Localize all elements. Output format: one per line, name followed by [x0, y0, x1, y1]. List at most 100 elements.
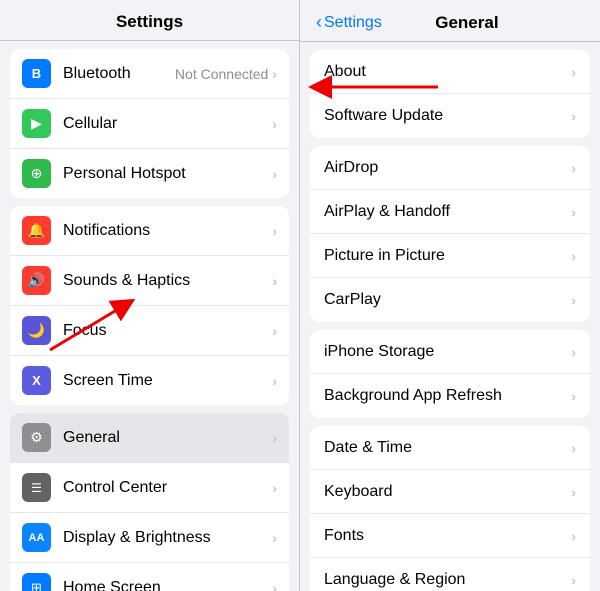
settings-list[interactable]: B Bluetooth Not Connected › ▶ Cellular ›… [0, 41, 299, 591]
bluetooth-value: Not Connected [175, 66, 268, 82]
chevron-icon: › [272, 223, 277, 239]
sidebar-item-cellular[interactable]: ▶ Cellular › [10, 99, 289, 149]
homescreen-label: Home Screen [63, 579, 272, 591]
keyboard-label: Keyboard [324, 483, 571, 501]
picture-label: Picture in Picture [324, 247, 571, 265]
chevron-icon: › [272, 373, 277, 389]
right-panel-title: General [390, 13, 544, 33]
chevron-icon: › [571, 292, 576, 308]
chevron-icon: › [272, 530, 277, 546]
right-item-date-time[interactable]: Date & Time › [310, 426, 590, 470]
date-time-label: Date & Time [324, 439, 571, 457]
back-label: Settings [324, 14, 382, 32]
right-settings-list[interactable]: About › Software Update › AirDrop › AirP… [300, 42, 600, 591]
chevron-icon: › [571, 108, 576, 124]
right-group-2: AirDrop › AirPlay & Handoff › Picture in… [310, 146, 590, 322]
sidebar-item-focus[interactable]: 🌙 Focus › [10, 306, 289, 356]
chevron-icon: › [571, 344, 576, 360]
sidebar-item-screen-time[interactable]: X Screen Time › [10, 356, 289, 405]
right-item-keyboard[interactable]: Keyboard › [310, 470, 590, 514]
notifications-icon: 🔔 [22, 216, 51, 245]
main-screen: Settings B Bluetooth Not Connected › ▶ C… [0, 0, 600, 591]
general-label: General [63, 429, 272, 447]
sounds-label: Sounds & Haptics [63, 272, 272, 290]
right-panel: ‹ Settings General About › Software Upda… [300, 0, 600, 591]
chevron-icon: › [272, 116, 277, 132]
airdrop-label: AirDrop [324, 159, 571, 177]
general-icon: ⚙ [22, 423, 51, 452]
right-panel-header: ‹ Settings General [300, 0, 600, 42]
background-refresh-label: Background App Refresh [324, 387, 571, 405]
chevron-icon: › [571, 248, 576, 264]
chevron-icon: › [272, 323, 277, 339]
right-item-airplay[interactable]: AirPlay & Handoff › [310, 190, 590, 234]
settings-group-3: ⚙ General › ☰ Control Center › AA Displa… [10, 413, 289, 591]
hotspot-icon: ⊕ [22, 159, 51, 188]
fonts-label: Fonts [324, 527, 571, 545]
sidebar-item-general[interactable]: ⚙ General › [10, 413, 289, 463]
right-item-language[interactable]: Language & Region › [310, 558, 590, 591]
chevron-icon: › [571, 204, 576, 220]
right-item-fonts[interactable]: Fonts › [310, 514, 590, 558]
chevron-icon: › [272, 273, 277, 289]
right-item-carplay[interactable]: CarPlay › [310, 278, 590, 322]
right-item-iphone-storage[interactable]: iPhone Storage › [310, 330, 590, 374]
sidebar-item-sounds[interactable]: 🔊 Sounds & Haptics › [10, 256, 289, 306]
chevron-icon: › [571, 484, 576, 500]
cellular-label: Cellular [63, 115, 272, 133]
airplay-label: AirPlay & Handoff [324, 203, 571, 221]
bluetooth-icon: B [22, 59, 51, 88]
chevron-icon: › [272, 166, 277, 182]
right-item-picture[interactable]: Picture in Picture › [310, 234, 590, 278]
right-group-1: About › Software Update › [310, 50, 590, 138]
settings-group-1: B Bluetooth Not Connected › ▶ Cellular ›… [10, 49, 289, 198]
sidebar-item-personal-hotspot[interactable]: ⊕ Personal Hotspot › [10, 149, 289, 198]
settings-group-2: 🔔 Notifications › 🔊 Sounds & Haptics › 🌙… [10, 206, 289, 405]
display-label: Display & Brightness [63, 529, 272, 547]
chevron-icon: › [272, 430, 277, 446]
display-icon: AA [22, 523, 51, 552]
carplay-label: CarPlay [324, 291, 571, 309]
right-group-3: iPhone Storage › Background App Refresh … [310, 330, 590, 418]
right-item-background-refresh[interactable]: Background App Refresh › [310, 374, 590, 418]
controlcenter-icon: ☰ [22, 473, 51, 502]
right-item-about[interactable]: About › [310, 50, 590, 94]
chevron-icon: › [571, 160, 576, 176]
sounds-icon: 🔊 [22, 266, 51, 295]
language-label: Language & Region [324, 571, 571, 589]
chevron-icon: › [272, 480, 277, 496]
chevron-icon: › [571, 572, 576, 588]
homescreen-icon: ⊞ [22, 573, 51, 591]
screentime-label: Screen Time [63, 372, 272, 390]
notifications-label: Notifications [63, 222, 272, 240]
about-label: About [324, 63, 571, 81]
right-item-software-update[interactable]: Software Update › [310, 94, 590, 138]
focus-label: Focus [63, 322, 272, 340]
left-panel-header: Settings [0, 0, 299, 41]
chevron-icon: › [272, 580, 277, 591]
sidebar-item-notifications[interactable]: 🔔 Notifications › [10, 206, 289, 256]
chevron-icon: › [571, 388, 576, 404]
sidebar-item-home-screen[interactable]: ⊞ Home Screen › [10, 563, 289, 591]
sidebar-item-display[interactable]: AA Display & Brightness › [10, 513, 289, 563]
sidebar-item-control-center[interactable]: ☰ Control Center › [10, 463, 289, 513]
back-chevron-icon: ‹ [316, 12, 322, 33]
controlcenter-label: Control Center [63, 479, 272, 497]
back-button[interactable]: ‹ Settings [316, 12, 382, 33]
bluetooth-label: Bluetooth [63, 65, 175, 83]
screentime-icon: X [22, 366, 51, 395]
chevron-icon: › [272, 66, 277, 82]
focus-icon: 🌙 [22, 316, 51, 345]
hotspot-label: Personal Hotspot [63, 165, 272, 183]
sidebar-item-bluetooth[interactable]: B Bluetooth Not Connected › [10, 49, 289, 99]
chevron-icon: › [571, 440, 576, 456]
settings-title: Settings [116, 12, 183, 31]
right-item-airdrop[interactable]: AirDrop › [310, 146, 590, 190]
software-update-label: Software Update [324, 107, 571, 125]
left-panel: Settings B Bluetooth Not Connected › ▶ C… [0, 0, 300, 591]
chevron-icon: › [571, 528, 576, 544]
chevron-icon: › [571, 64, 576, 80]
iphone-storage-label: iPhone Storage [324, 343, 571, 361]
cellular-icon: ▶ [22, 109, 51, 138]
right-group-4: Date & Time › Keyboard › Fonts › Languag… [310, 426, 590, 591]
